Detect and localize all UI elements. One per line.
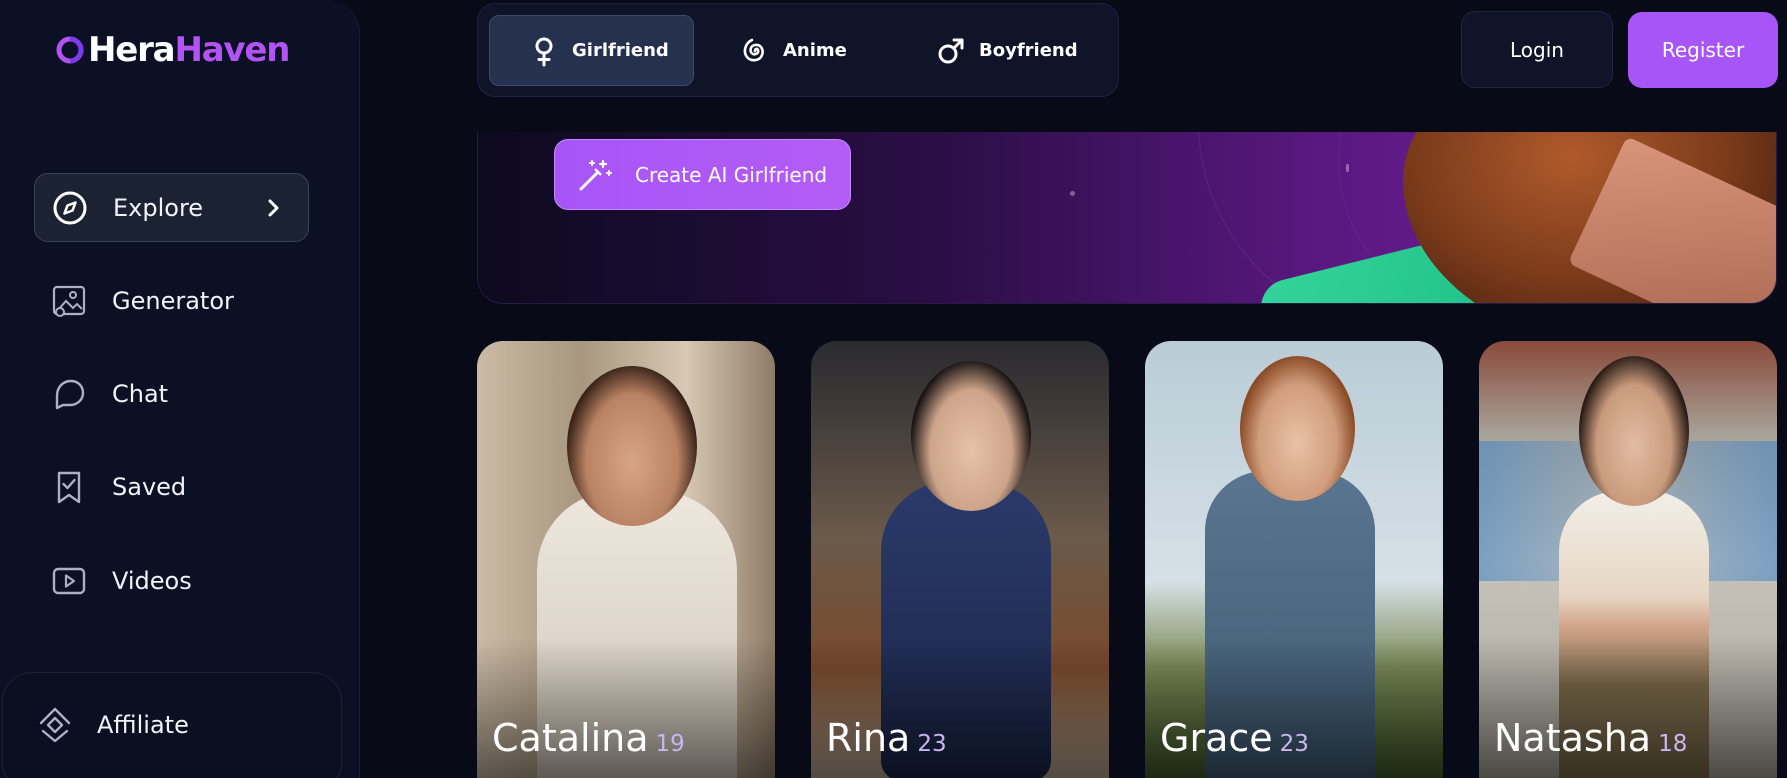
character-name: Rina xyxy=(826,716,911,760)
sidebar-item-label: Chat xyxy=(112,379,169,408)
sidebar: Hera Haven Explore Generator Chat Saved … xyxy=(0,0,360,778)
play-icon xyxy=(51,563,87,599)
female-icon xyxy=(535,37,553,66)
category-tabs: Girlfriend Anime Boyfriend xyxy=(477,3,1119,97)
sidebar-item-label: Saved xyxy=(112,472,187,501)
sidebar-item-affiliate[interactable]: Affiliate xyxy=(35,705,189,745)
affiliate-label: Affiliate xyxy=(97,711,189,739)
app-root: Hera Haven Explore Generator Chat Saved … xyxy=(0,0,1787,778)
card-caption: Grace 23 xyxy=(1160,716,1309,760)
sidebar-item-label: Generator xyxy=(112,286,234,315)
sidebar-item-label: Videos xyxy=(112,566,192,595)
brand-logo[interactable]: Hera Haven xyxy=(55,30,290,70)
character-card-grace[interactable]: Grace 23 xyxy=(1145,341,1443,778)
character-name: Catalina xyxy=(492,716,649,760)
spiral-icon xyxy=(743,38,764,61)
create-button-label: Create AI Girlfriend xyxy=(635,162,828,187)
sidebar-item-explore[interactable]: Explore xyxy=(34,173,309,242)
chevron-right-icon xyxy=(268,199,279,217)
character-card-rina[interactable]: Rina 23 xyxy=(811,341,1109,778)
affiliate-panel: Affiliate xyxy=(2,672,342,778)
character-face xyxy=(567,366,697,526)
sidebar-item-generator[interactable]: Generator xyxy=(34,266,309,335)
brand-name-part1: Hera xyxy=(88,30,176,70)
tab-label: Anime xyxy=(783,40,847,61)
compass-icon xyxy=(52,190,88,226)
character-age: 23 xyxy=(1279,731,1309,757)
tab-label: Girlfriend xyxy=(572,40,669,61)
character-age: 19 xyxy=(655,731,685,757)
magic-wand-icon xyxy=(579,159,612,190)
card-caption: Catalina 19 xyxy=(492,716,685,760)
tab-anime[interactable]: Anime xyxy=(739,15,879,86)
male-icon xyxy=(938,38,964,63)
create-ai-girlfriend-button[interactable]: Create AI Girlfriend xyxy=(554,139,851,210)
character-age: 18 xyxy=(1658,731,1688,757)
image-icon xyxy=(51,283,87,319)
chat-bubble-icon xyxy=(51,376,87,412)
character-face xyxy=(1240,356,1355,501)
card-caption: Rina 23 xyxy=(826,716,947,760)
character-name: Grace xyxy=(1160,716,1273,760)
logo-icon xyxy=(56,36,84,64)
register-button[interactable]: Register xyxy=(1628,12,1778,88)
sidebar-item-chat[interactable]: Chat xyxy=(34,359,309,428)
sidebar-item-saved[interactable]: Saved xyxy=(34,452,309,521)
tab-label: Boyfriend xyxy=(979,40,1078,61)
bookmark-check-icon xyxy=(51,469,87,505)
tab-girlfriend[interactable]: Girlfriend xyxy=(489,15,694,86)
character-card-natasha[interactable]: Natasha 18 xyxy=(1479,341,1777,778)
banner-dot xyxy=(1346,164,1349,172)
sidebar-item-videos[interactable]: Videos xyxy=(34,546,309,615)
character-face xyxy=(1579,356,1689,506)
affiliate-icon xyxy=(39,707,71,743)
character-name: Natasha xyxy=(1494,716,1652,760)
card-caption: Natasha 18 xyxy=(1494,716,1687,760)
character-face xyxy=(911,361,1031,511)
banner-dot xyxy=(1070,191,1075,196)
brand-name-part2: Haven xyxy=(174,30,290,70)
login-button[interactable]: Login xyxy=(1461,11,1613,88)
sidebar-item-label: Explore xyxy=(113,193,204,222)
character-age: 23 xyxy=(917,731,947,757)
tab-boyfriend[interactable]: Boyfriend xyxy=(935,15,1105,86)
character-card-catalina[interactable]: Catalina 19 xyxy=(477,341,775,778)
